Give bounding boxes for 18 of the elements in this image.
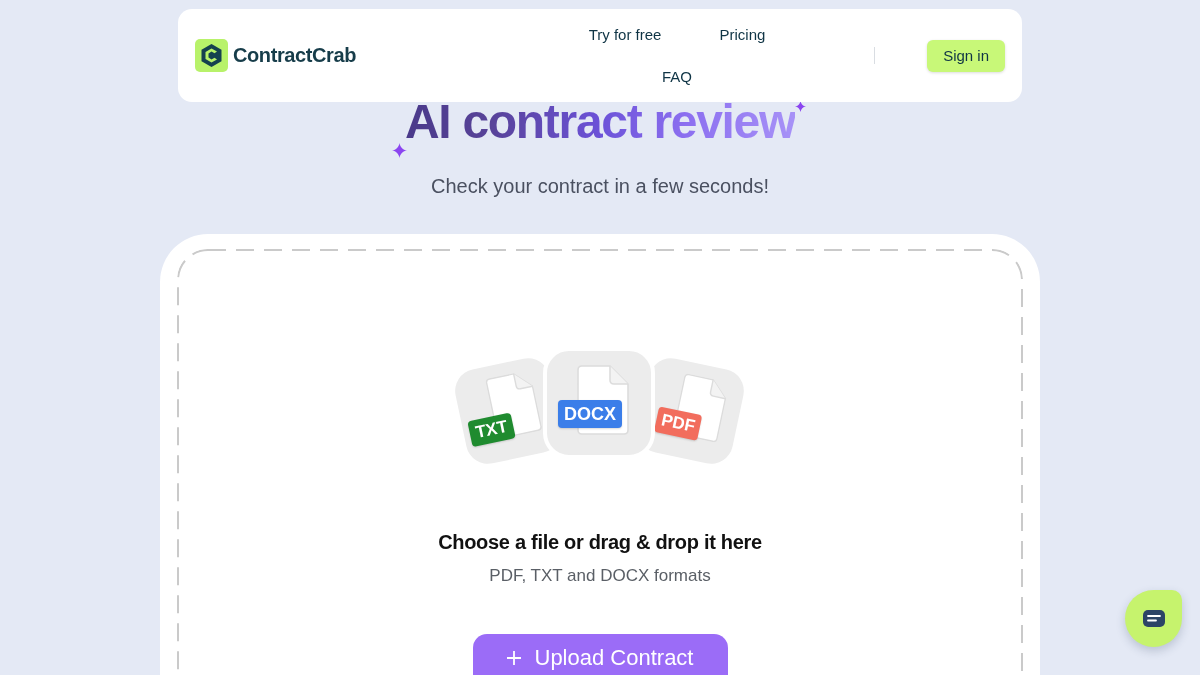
logo-icon[interactable] — [195, 39, 228, 72]
nav-link[interactable]: FAQ — [662, 66, 692, 87]
sparkle-icon — [391, 143, 407, 158]
plus-icon — [506, 651, 521, 665]
nav-link[interactable]: Pricing — [719, 24, 766, 45]
upload-prompt: Choose a file or drag & drop it here — [438, 530, 762, 555]
chat-button[interactable] — [1125, 590, 1182, 647]
drop-zone[interactable]: TXT DOCX PDF Choose a file or drag & drop it here PDF, TXT and DOCX formats Upload Contract — [177, 249, 1023, 675]
file-type-tag: DOCX — [558, 400, 622, 428]
sparkle-icon — [795, 101, 807, 112]
chat-icon — [1142, 610, 1165, 627]
nav-link[interactable]: Try for free — [588, 24, 662, 45]
upload-button[interactable]: Upload Contract — [472, 634, 728, 675]
file-type-tag: TXT — [467, 412, 516, 448]
brand-name[interactable]: ContractCrab — [233, 44, 356, 67]
sign-in-button[interactable]: Sign in — [927, 39, 1005, 72]
subtitle: Check your contract in a few seconds! — [431, 174, 769, 199]
format-hint: PDF, TXT and DOCX formats — [489, 565, 711, 587]
